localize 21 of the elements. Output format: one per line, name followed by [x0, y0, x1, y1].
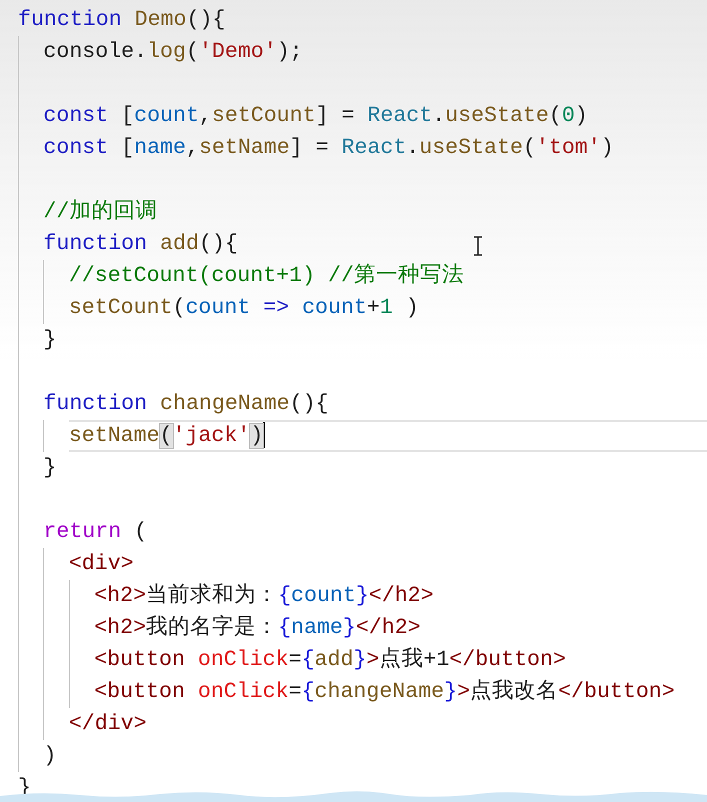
code-line: </div> [68, 711, 147, 738]
code-line: function changeName(){ [43, 391, 329, 418]
code-line: const [count,setCount] = React.useState(0) [43, 103, 588, 130]
code-line: <div> [68, 551, 134, 578]
code-line: setName('jack') [68, 422, 266, 450]
code-line: const [name,setName] = React.useState('tom') [43, 135, 614, 162]
code-line: //加的回调 [43, 198, 158, 226]
code-line: <button onClick={changeName}>点我改名</button> [94, 678, 675, 706]
code-line: //setCount(count+1) //第一种写法 [68, 262, 464, 290]
code-line: } [43, 455, 56, 482]
code-line: ) [43, 743, 56, 770]
text-cursor-icon [473, 236, 483, 256]
code-line: function Demo(){ [18, 7, 226, 34]
code-line: } [43, 327, 56, 354]
code-line: <h2>当前求和为：{count}</h2> [94, 582, 434, 610]
code-line: function add(){ [43, 231, 238, 258]
code-line: <h2>我的名字是：{name}</h2> [94, 614, 421, 642]
code-line: console.log('Demo'); [43, 39, 303, 66]
code-line: <button onClick={add}>点我+1</button> [94, 646, 566, 674]
code-line: setCount(count => count+1 ) [68, 295, 419, 322]
code-line: return ( [43, 519, 148, 546]
